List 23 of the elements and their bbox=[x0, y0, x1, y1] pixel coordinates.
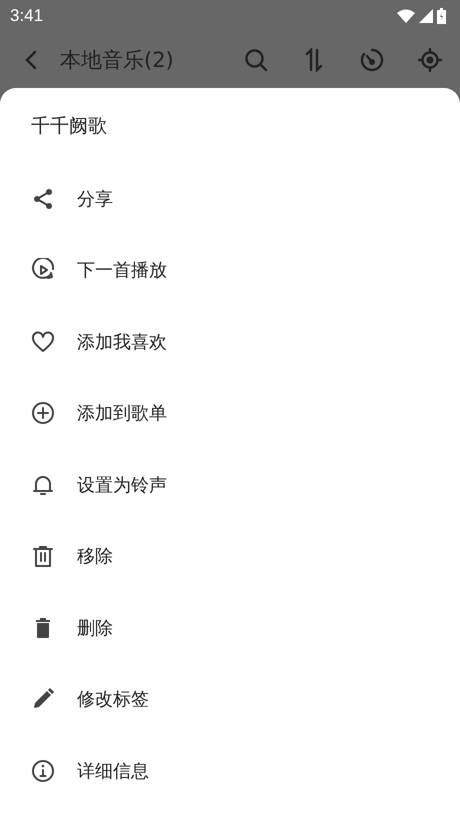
menu-item-label[interactable]: 详细信息 bbox=[77, 758, 149, 783]
battery-icon bbox=[437, 8, 446, 24]
menu-item-label[interactable]: 添加我喜欢 bbox=[77, 330, 167, 354]
heart-icon bbox=[31, 330, 55, 354]
menu-item-label[interactable]: 删除 bbox=[77, 616, 113, 640]
menu-item-label[interactable]: 分享 bbox=[77, 186, 113, 211]
info-icon bbox=[31, 758, 55, 783]
timer-icon[interactable] bbox=[360, 48, 384, 72]
add-circle-icon bbox=[31, 401, 55, 426]
menu-item-label[interactable]: 下一首播放 bbox=[77, 258, 167, 282]
signal-icon bbox=[419, 9, 433, 23]
menu-item-label[interactable]: 添加到歌单 bbox=[77, 401, 167, 426]
wifi-icon bbox=[397, 9, 415, 23]
menu-item-label[interactable]: 设置为铃声 bbox=[77, 472, 167, 497]
share-icon bbox=[31, 186, 55, 211]
trash-icon bbox=[31, 544, 55, 568]
menu-item-label[interactable]: 修改标签 bbox=[77, 687, 149, 712]
status-time: 3:41 bbox=[10, 6, 44, 26]
locate-icon[interactable] bbox=[418, 48, 442, 72]
search-icon[interactable] bbox=[244, 48, 268, 72]
page-title: 本地音乐(2) bbox=[60, 47, 175, 74]
sheet-title: 千千阙歌 bbox=[31, 114, 107, 138]
menu-item-label[interactable]: 移除 bbox=[77, 544, 113, 568]
